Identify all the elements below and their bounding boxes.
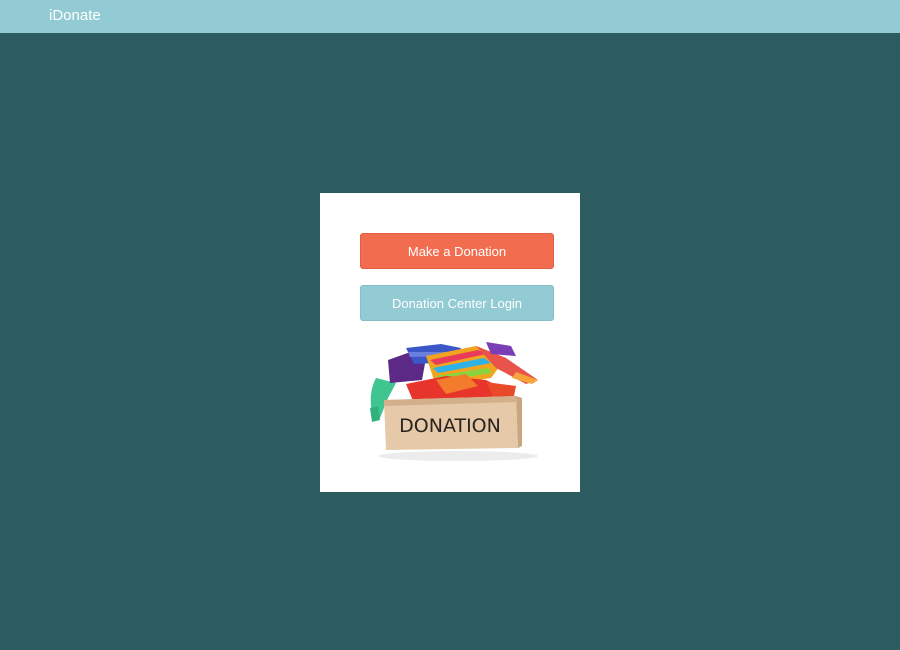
- box-text: DONATION: [399, 415, 501, 437]
- top-navbar: iDonate: [0, 0, 900, 33]
- brand-link[interactable]: iDonate: [49, 7, 101, 25]
- donation-box-icon: DONATION: [370, 342, 538, 461]
- donation-center-login-button[interactable]: Donation Center Login: [360, 285, 554, 321]
- donation-card: Make a Donation Donation Center Login DO…: [320, 193, 580, 492]
- make-donation-button[interactable]: Make a Donation: [360, 233, 554, 269]
